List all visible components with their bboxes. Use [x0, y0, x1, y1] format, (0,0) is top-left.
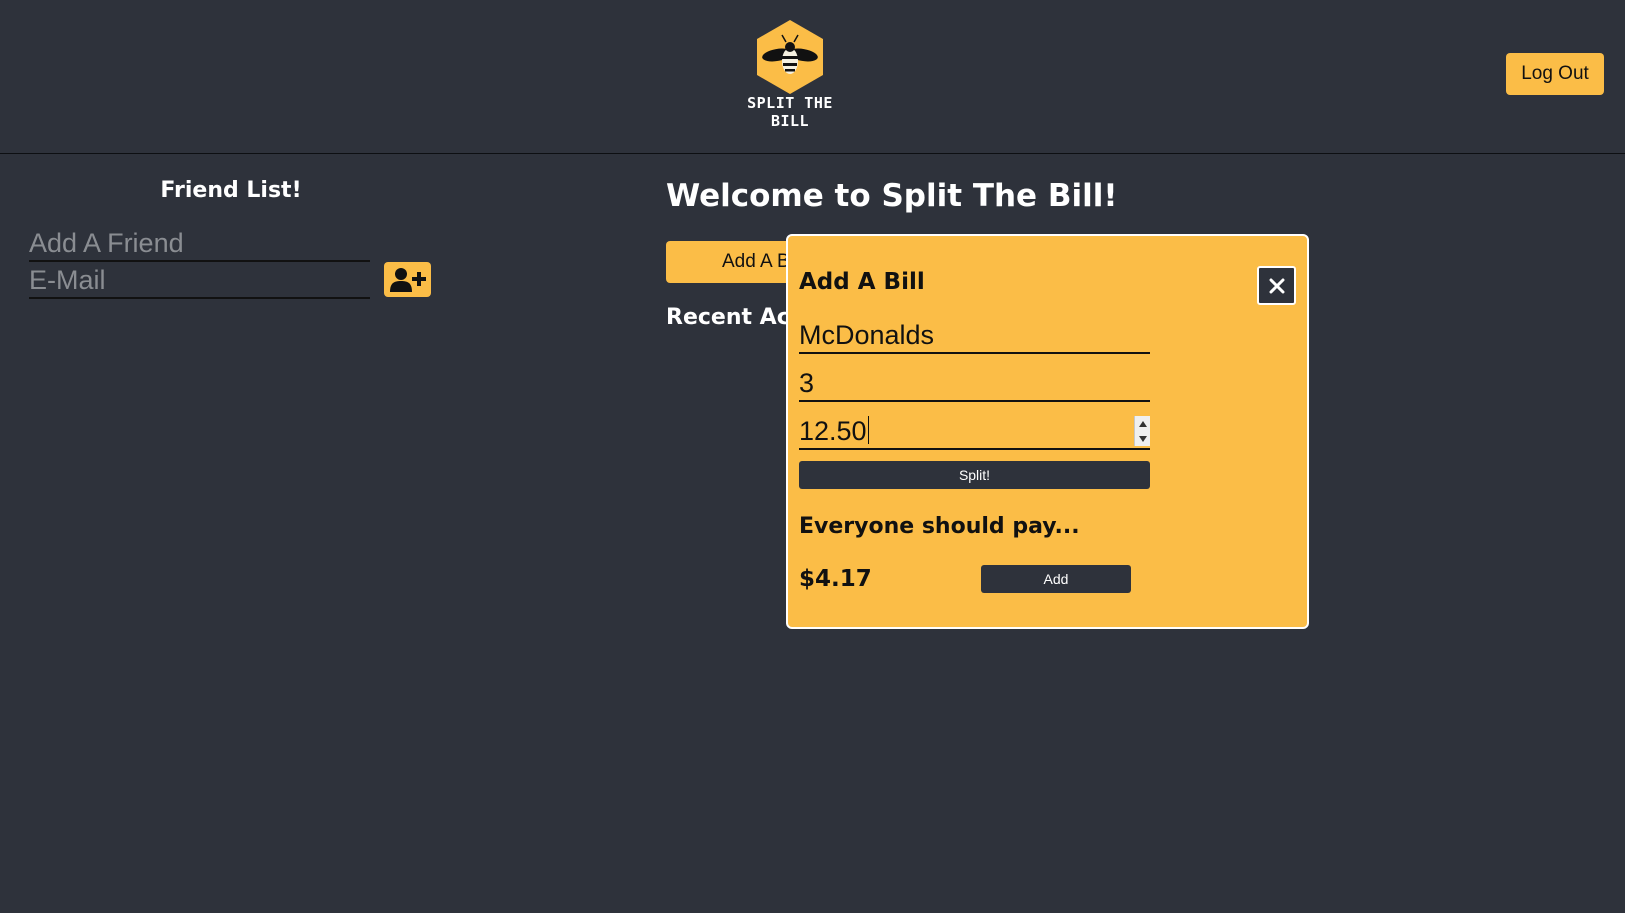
user-plus-icon: [389, 267, 426, 292]
email-field[interactable]: [29, 263, 370, 299]
modal-title: Add A Bill: [799, 269, 925, 295]
add-bill-modal: Add A Bill 12.50 Split! Everyone should …: [786, 234, 1309, 629]
add-button[interactable]: Add: [981, 565, 1131, 593]
number-spinner[interactable]: [1134, 416, 1150, 446]
app-header: SPLIT THE BILL Log Out: [0, 0, 1625, 154]
chevron-up-icon: [1138, 420, 1147, 427]
app-logo[interactable]: SPLIT THE BILL: [738, 18, 842, 132]
bill-amount-value: 12.50: [799, 414, 869, 448]
add-friend-button[interactable]: [384, 262, 431, 297]
close-icon: [1269, 278, 1284, 293]
bill-name-input[interactable]: [799, 318, 1150, 354]
result-heading: Everyone should pay...: [799, 514, 1080, 539]
spin-up-button[interactable]: [1135, 416, 1150, 431]
text-caret: [867, 416, 869, 444]
close-button[interactable]: [1257, 266, 1296, 305]
bill-amount-input[interactable]: 12.50: [799, 414, 1150, 450]
result-amount: $4.17: [799, 566, 872, 592]
add-friend-input[interactable]: [29, 226, 370, 262]
logo-text: SPLIT THE BILL: [747, 94, 833, 130]
people-count-input[interactable]: [799, 366, 1150, 402]
bill-amount-text: 12.50: [799, 416, 867, 446]
friend-list-title: Friend List!: [160, 178, 302, 203]
split-button[interactable]: Split!: [799, 461, 1150, 489]
bee-logo-icon: [757, 20, 823, 94]
spin-down-button[interactable]: [1135, 431, 1150, 446]
logout-button[interactable]: Log Out: [1506, 53, 1604, 95]
chevron-down-icon: [1138, 435, 1147, 442]
page-title: Welcome to Split The Bill!: [666, 178, 1118, 214]
